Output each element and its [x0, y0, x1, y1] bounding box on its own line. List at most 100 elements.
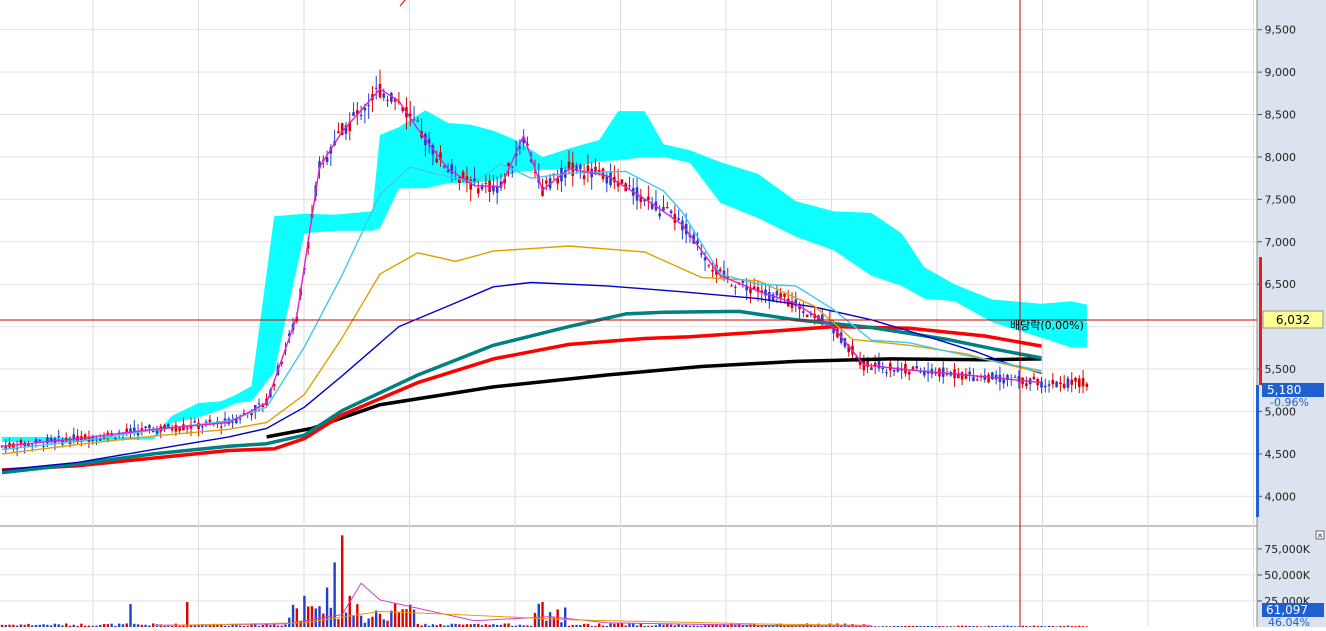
- volume-bar: [318, 606, 321, 627]
- candle-body: [337, 131, 340, 134]
- volume-bar: [310, 606, 314, 627]
- volume-bar: [367, 618, 370, 627]
- candle-body: [975, 379, 979, 381]
- candle-body: [367, 105, 370, 107]
- price-tick-label: 6,500: [1265, 278, 1297, 291]
- volume-bar: [564, 607, 567, 627]
- volume-bar: [375, 610, 378, 627]
- candle-body: [941, 367, 945, 377]
- volume-bar: [386, 620, 389, 627]
- volume-bar: [325, 587, 329, 627]
- volume-bar: [620, 623, 624, 627]
- candle-body: [1078, 378, 1081, 387]
- volume-bar: [393, 602, 397, 627]
- candle-body: [1055, 381, 1058, 388]
- volume-bar: [533, 612, 537, 627]
- candle-body: [257, 403, 261, 405]
- volume-bar: [639, 623, 643, 627]
- candle-body: [907, 371, 911, 375]
- price-tick-label: 5,500: [1265, 363, 1297, 376]
- candle-body: [144, 426, 147, 429]
- volume-bar: [382, 619, 385, 627]
- current-volume-label: 61,097: [1266, 603, 1308, 617]
- candle-body: [193, 421, 197, 423]
- volume-bar: [363, 622, 367, 627]
- candle-body: [783, 293, 786, 297]
- candle-body: [38, 439, 42, 441]
- candle-body: [601, 168, 605, 180]
- volume-bar: [390, 610, 393, 627]
- panel-close-glyph: ×: [1317, 531, 1324, 540]
- volume-bar: [125, 623, 128, 627]
- candle-body: [881, 367, 885, 370]
- price-tick-label: 9,000: [1265, 66, 1297, 79]
- candle-body: [1047, 384, 1051, 386]
- volume-bar: [295, 608, 299, 627]
- candle-body: [1013, 376, 1017, 378]
- candle-body: [1066, 378, 1070, 388]
- candle-body: [889, 363, 892, 371]
- candle-body: [703, 257, 707, 261]
- candle-body: [1074, 377, 1077, 382]
- candle-body: [476, 188, 480, 194]
- candle-body: [507, 162, 510, 166]
- candle-body: [204, 421, 208, 423]
- volume-bar: [609, 623, 612, 627]
- price-tick-label: 8,000: [1265, 151, 1297, 164]
- crosshair-price-label: 6,032: [1276, 313, 1310, 327]
- candle-body: [658, 213, 662, 217]
- candle-body: [911, 366, 915, 370]
- candle-body: [1032, 376, 1036, 380]
- candle-body: [862, 361, 866, 371]
- volume-bar: [405, 609, 408, 627]
- volume-bar: [541, 602, 544, 627]
- volume-bar: [556, 609, 559, 627]
- volume-bar: [371, 616, 374, 627]
- candle-body: [170, 428, 174, 431]
- volume-bar: [616, 623, 620, 627]
- candle-body: [968, 371, 971, 375]
- volume-bar: [337, 619, 340, 627]
- candle-body: [586, 165, 590, 172]
- volume-ratio-label: 46.04%: [1268, 616, 1310, 627]
- candle-body: [148, 424, 151, 429]
- price-tick-label: 4,000: [1265, 490, 1297, 503]
- candle-body: [677, 218, 680, 220]
- candle-body: [174, 424, 178, 432]
- candle-body: [567, 161, 571, 169]
- candle-body: [730, 285, 733, 287]
- candle-body: [1025, 383, 1028, 387]
- candle-body: [208, 419, 212, 423]
- volume-bar: [632, 623, 635, 627]
- candle-body: [435, 158, 438, 163]
- volume-bar: [314, 608, 317, 627]
- volume-bar: [110, 623, 113, 627]
- volume-bar: [306, 606, 310, 627]
- candle-body: [669, 210, 673, 214]
- volume-bar: [288, 617, 291, 627]
- candle-body: [805, 314, 809, 318]
- candle-body: [779, 293, 782, 298]
- candle-body: [987, 374, 990, 383]
- volume-bar: [545, 620, 548, 627]
- candle-body: [972, 377, 975, 382]
- candle-body: [749, 288, 752, 294]
- volume-bar: [397, 611, 401, 627]
- candle-body: [885, 372, 888, 374]
- volume-bar: [560, 622, 563, 627]
- candle-body: [446, 170, 450, 173]
- price-range-bar-down: [1256, 385, 1259, 517]
- candle-body: [359, 115, 363, 117]
- volume-bar: [507, 623, 510, 627]
- volume-bar: [503, 623, 506, 627]
- chart-canvas: 9,500 9,000 8,500 8,000 7,500 7,000 6,500 5,500…: [0, 0, 1326, 629]
- candle-body: [374, 87, 378, 89]
- candle-body: [219, 426, 223, 428]
- volume-bar: [598, 623, 601, 627]
- candle-body: [994, 374, 998, 380]
- candle-body: [802, 311, 805, 313]
- stock-chart: 9,500 9,000 8,500 8,000 7,500 7,000 6,500 5,500…: [0, 0, 1326, 629]
- volume-tick-label: 75,000K: [1264, 543, 1310, 556]
- candle-body: [1043, 385, 1047, 388]
- candle-body: [904, 364, 907, 374]
